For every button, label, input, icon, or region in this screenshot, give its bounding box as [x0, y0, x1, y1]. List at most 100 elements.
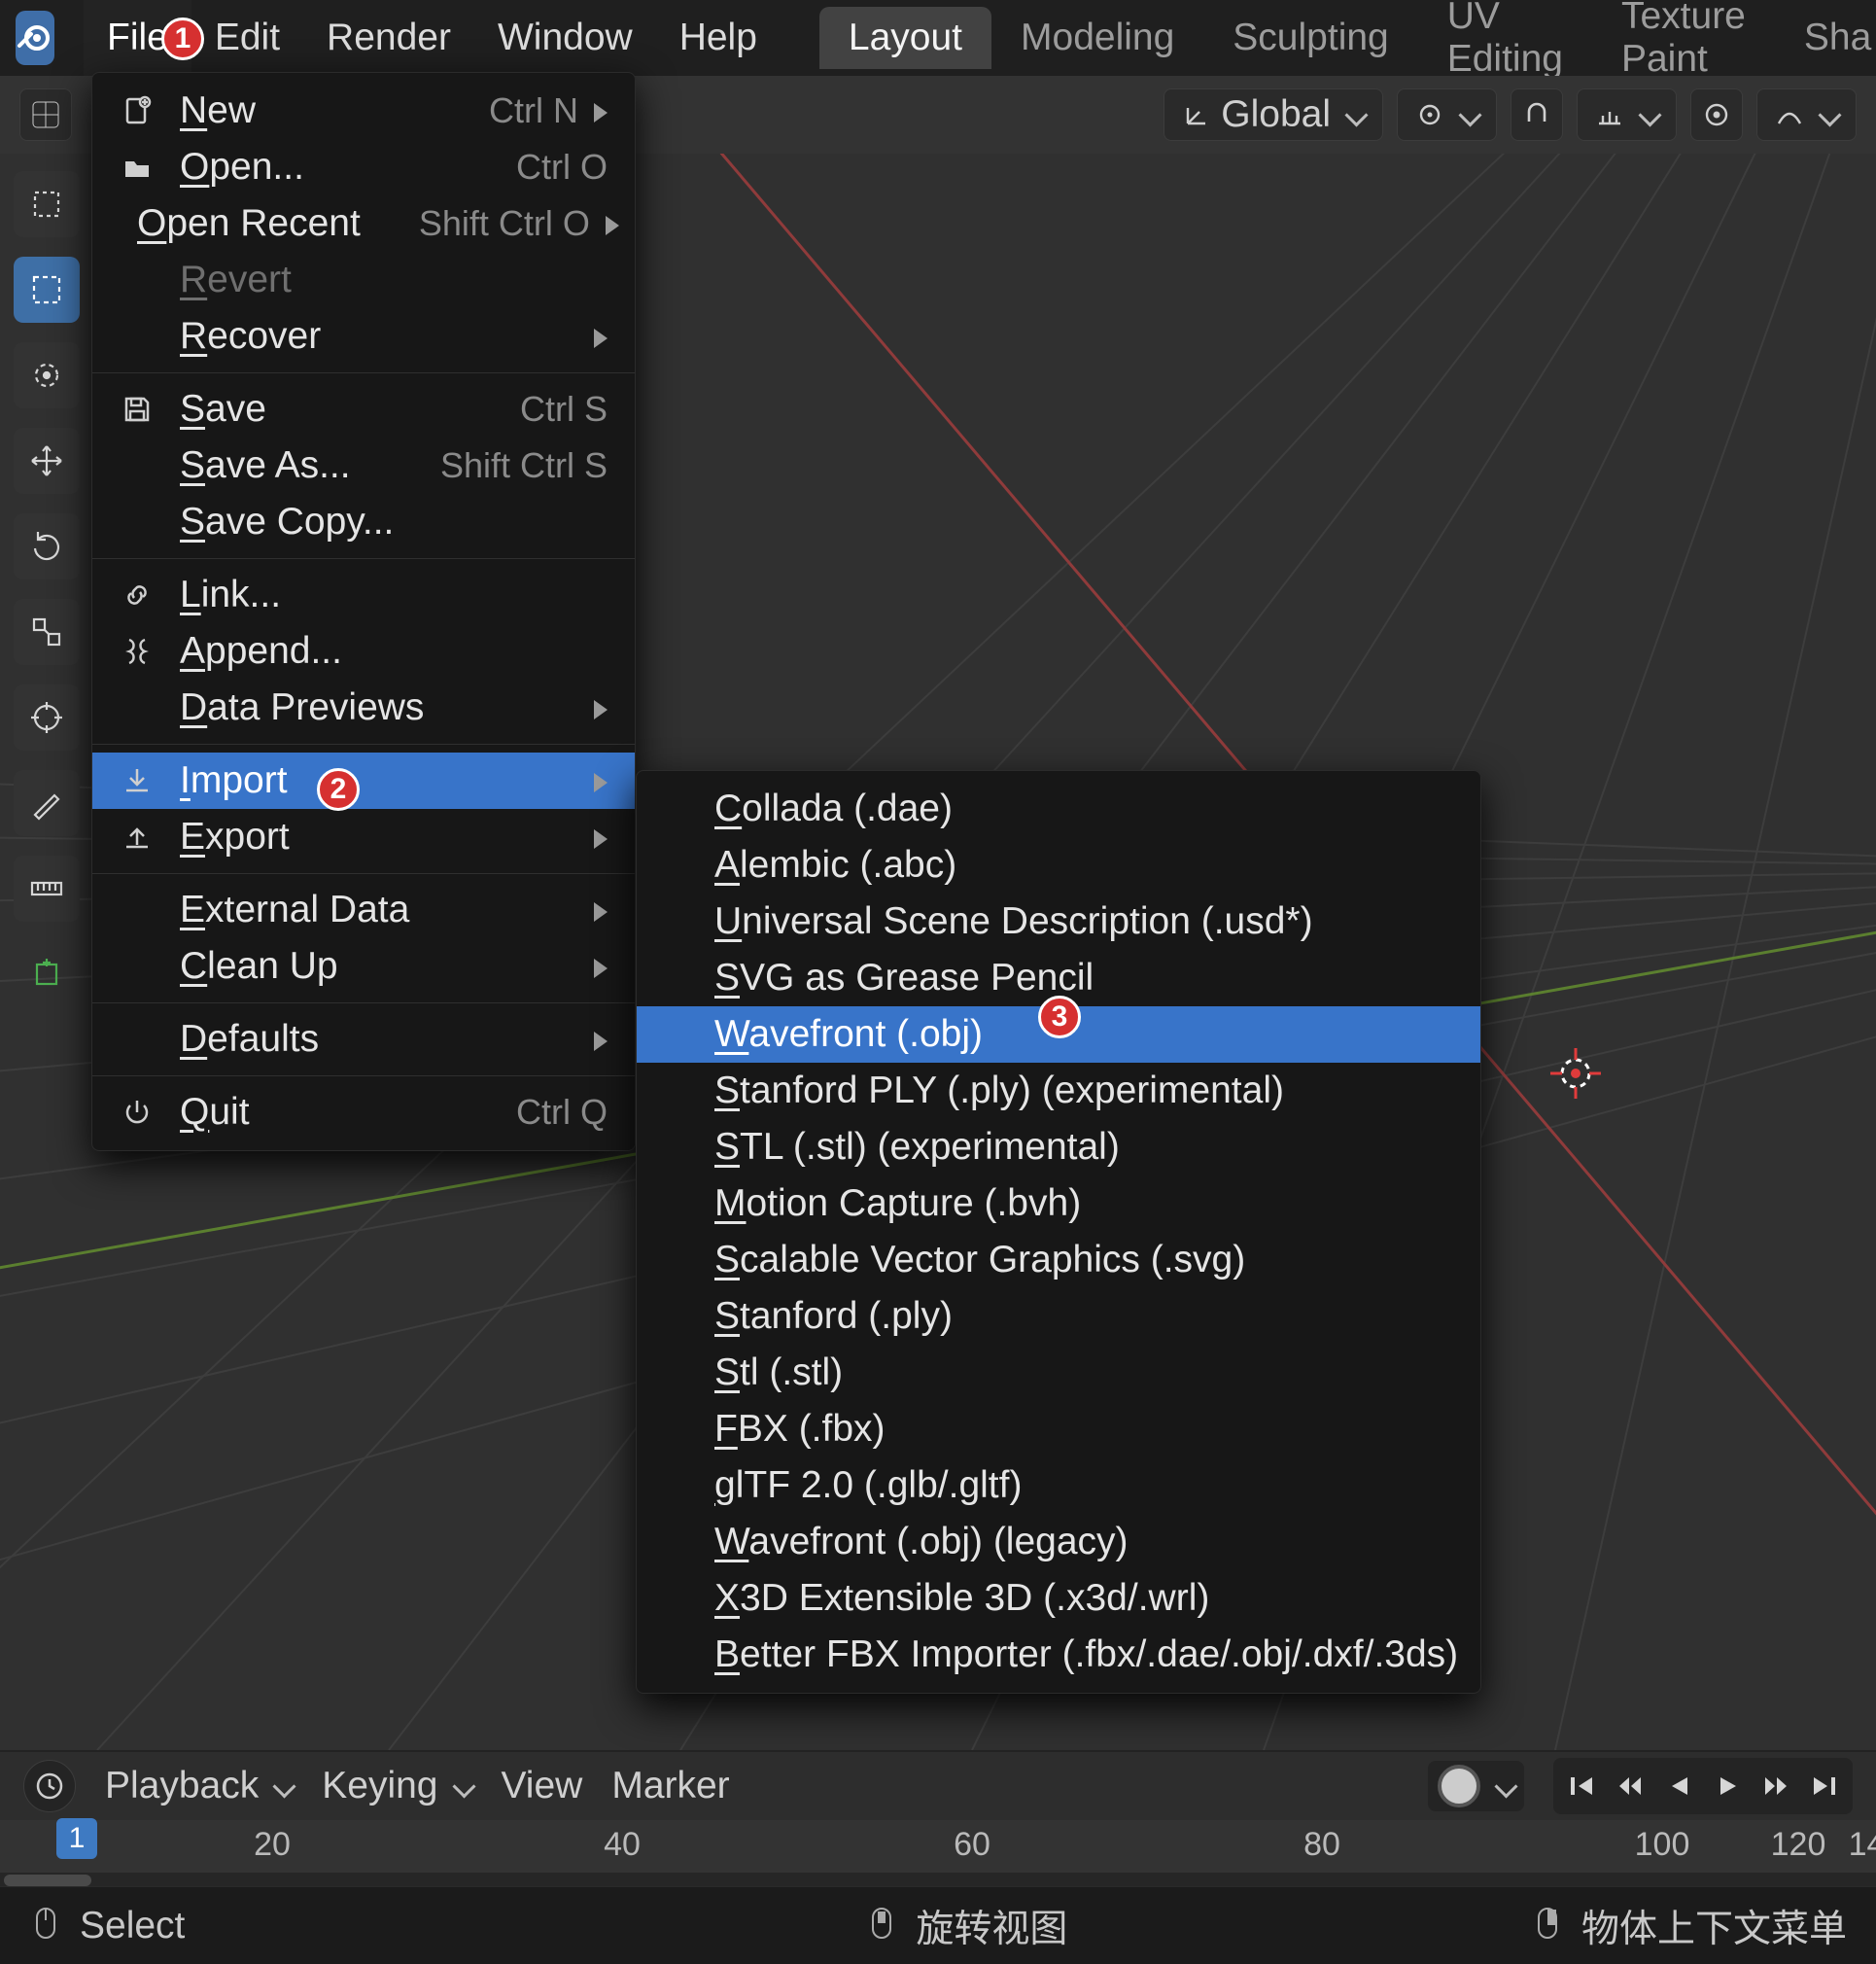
transport-controls: [1553, 1758, 1853, 1814]
keyframe-prev-icon[interactable]: [1608, 1764, 1652, 1808]
power-icon: [116, 1097, 158, 1128]
workspace-tab-sculpting[interactable]: Sculpting: [1203, 7, 1417, 69]
file-menu-recover[interactable]: Recover: [92, 308, 635, 365]
menu-help[interactable]: Help: [656, 0, 781, 76]
timeline-tick: 40: [604, 1826, 641, 1864]
file-menu-new[interactable]: NewCtrl N: [92, 83, 635, 139]
tool-transform-icon[interactable]: [14, 684, 80, 751]
file-menu-quit[interactable]: QuitCtrl Q: [92, 1084, 635, 1140]
import-scalable-vector-graphics-svg[interactable]: Scalable Vector Graphics (.svg): [637, 1232, 1480, 1288]
tool-add-icon[interactable]: [14, 941, 80, 1007]
file-menu-data-previews[interactable]: Data Previews: [92, 680, 635, 736]
menu-item-label: Alembic (.abc): [714, 844, 956, 887]
menu-item-shortcut: Ctrl S: [462, 389, 608, 430]
playhead-frame[interactable]: 1: [56, 1818, 97, 1859]
import-stl-stl-experimental[interactable]: STL (.stl) (experimental): [637, 1119, 1480, 1175]
keyframe-next-icon[interactable]: [1754, 1764, 1798, 1808]
import-universal-scene-description-usd[interactable]: Universal Scene Description (.usd*): [637, 894, 1480, 950]
import-x3d-extensible-3d-x3d-wrl[interactable]: X3D Extensible 3D (.x3d/.wrl): [637, 1570, 1480, 1627]
timeline-tick: 20: [254, 1826, 291, 1864]
autokey-toggle[interactable]: [1428, 1761, 1524, 1811]
file-menu-export[interactable]: Export: [92, 809, 635, 865]
workspace-tab-sha[interactable]: Sha: [1775, 7, 1876, 69]
import-stl-stl[interactable]: Stl (.stl): [637, 1345, 1480, 1401]
jump-end-icon[interactable]: [1802, 1764, 1847, 1808]
submenu-arrow-icon: [594, 315, 608, 358]
submenu-arrow-icon: [594, 89, 608, 132]
menu-render[interactable]: Render: [303, 0, 474, 76]
tool-rotate-icon[interactable]: [14, 513, 80, 579]
workspace-tab-layout[interactable]: Layout: [819, 7, 991, 69]
workspace-tab-texture-paint[interactable]: Texture Paint: [1592, 7, 1775, 69]
tool-tweak-icon[interactable]: [14, 171, 80, 237]
pivot-dropdown[interactable]: [1397, 88, 1497, 141]
file-menu-defaults[interactable]: Defaults: [92, 1011, 635, 1068]
import-collada-dae[interactable]: Collada (.dae): [637, 781, 1480, 837]
file-menu-save-copy[interactable]: Save Copy...: [92, 494, 635, 550]
proportional-edit-icon[interactable]: [1690, 88, 1743, 141]
menu-item-label: External Data: [180, 889, 409, 931]
menu-window[interactable]: Window: [474, 0, 656, 76]
file-menu-link[interactable]: Link...: [92, 567, 635, 623]
file-menu: NewCtrl NOpen...Ctrl OOpen RecentShift C…: [91, 72, 636, 1151]
tool-measure-icon[interactable]: [14, 856, 80, 922]
import-better-fbx-importer-fbx-dae-obj-dxf-3ds[interactable]: Better FBX Importer (.fbx/.dae/.obj/.dxf…: [637, 1627, 1480, 1683]
workspace-tab-uv-editing[interactable]: UV Editing: [1418, 7, 1592, 69]
submenu-arrow-icon: [594, 1018, 608, 1061]
workspace-tab-modeling[interactable]: Modeling: [991, 7, 1203, 69]
snap-type-dropdown[interactable]: [1577, 88, 1677, 141]
menu-item-label: Stanford PLY (.ply) (experimental): [714, 1070, 1284, 1112]
menu-item-label: Export: [180, 816, 290, 859]
import-gltf-2-0-glb-gltf[interactable]: glTF 2.0 (.glb/.gltf): [637, 1457, 1480, 1514]
menu-item-label: FBX (.fbx): [714, 1408, 886, 1451]
file-menu-save[interactable]: SaveCtrl S: [92, 381, 635, 438]
tool-cursor-icon[interactable]: [14, 342, 80, 408]
import-wavefront-obj-legacy[interactable]: Wavefront (.obj) (legacy): [637, 1514, 1480, 1570]
menu-item-shortcut: Ctrl N: [431, 90, 578, 131]
proportional-falloff-dropdown[interactable]: [1756, 88, 1857, 141]
open-icon: [116, 152, 158, 183]
submenu-arrow-icon: [594, 759, 608, 802]
timeline-keying-menu[interactable]: Keying: [322, 1765, 471, 1807]
play-reverse-icon[interactable]: [1656, 1764, 1701, 1808]
timeline-tick: 80: [1303, 1826, 1340, 1864]
jump-start-icon[interactable]: [1559, 1764, 1604, 1808]
tool-move-icon[interactable]: [14, 428, 80, 494]
file-menu-external-data[interactable]: External Data: [92, 882, 635, 938]
new-icon: [116, 95, 158, 126]
transform-orientation-dropdown[interactable]: Global: [1164, 88, 1383, 141]
timeline-ruler[interactable]: 1 20406080100120140: [0, 1820, 1876, 1888]
tool-annotate-icon[interactable]: [14, 770, 80, 836]
snap-toggle-icon[interactable]: [1511, 88, 1563, 141]
submenu-arrow-icon: [594, 945, 608, 988]
import-motion-capture-bvh[interactable]: Motion Capture (.bvh): [637, 1175, 1480, 1232]
file-menu-open-recent[interactable]: Open RecentShift Ctrl O: [92, 195, 635, 252]
timeline-editor-icon[interactable]: [23, 1760, 76, 1812]
file-menu-save-as[interactable]: Save As...Shift Ctrl S: [92, 438, 635, 494]
file-menu-open[interactable]: Open...Ctrl O: [92, 139, 635, 195]
blender-logo-icon[interactable]: [16, 11, 54, 65]
timeline-keying-label: Keying: [322, 1765, 437, 1807]
annotation-badge-1: 1: [161, 18, 204, 60]
submenu-arrow-icon: [594, 816, 608, 859]
import-stanford-ply-ply-experimental[interactable]: Stanford PLY (.ply) (experimental): [637, 1063, 1480, 1119]
import-stanford-ply[interactable]: Stanford (.ply): [637, 1288, 1480, 1345]
editor-type-icon[interactable]: [19, 88, 72, 141]
timeline-view-menu[interactable]: View: [502, 1765, 583, 1807]
export-icon: [116, 822, 158, 853]
timeline-playback-menu[interactable]: Playback: [105, 1765, 293, 1807]
tool-select-box-icon[interactable]: [14, 257, 80, 323]
status-bar: Select 旋转视图 物体上下文菜单: [0, 1886, 1876, 1964]
file-menu-import[interactable]: Import: [92, 753, 635, 809]
file-menu-append[interactable]: Append...: [92, 623, 635, 680]
play-icon[interactable]: [1705, 1764, 1750, 1808]
submenu-arrow-icon: [606, 202, 619, 245]
record-icon: [1438, 1765, 1480, 1807]
tool-scale-icon[interactable]: [14, 599, 80, 665]
menu-edit[interactable]: Edit: [191, 0, 303, 76]
import-alembic-abc[interactable]: Alembic (.abc): [637, 837, 1480, 894]
timeline-marker-menu[interactable]: Marker: [611, 1765, 729, 1807]
menu-item-shortcut: Shift Ctrl O: [361, 203, 590, 244]
import-fbx-fbx[interactable]: FBX (.fbx): [637, 1401, 1480, 1457]
file-menu-clean-up[interactable]: Clean Up: [92, 938, 635, 995]
